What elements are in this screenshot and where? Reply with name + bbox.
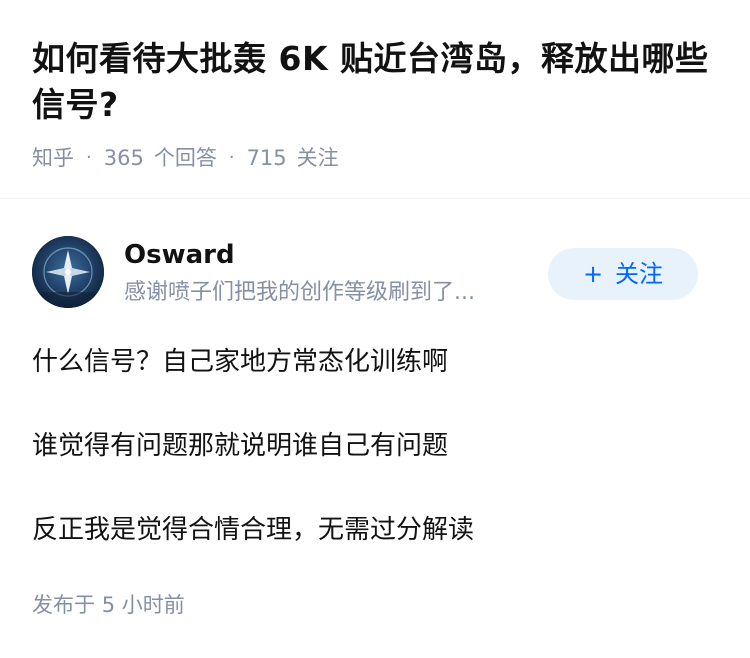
- answer-paragraph: 什么信号？自己家地方常态化训练啊: [32, 347, 449, 377]
- source-label[interactable]: 知乎: [32, 144, 74, 172]
- question-header: 如何看待大批轰 6K 贴近台湾岛，释放出哪些信号? 知乎 · 365 个回答 ·…: [0, 0, 750, 170]
- author-row: Osward 感谢喷子们把我的创作等级刷到了... + 关注: [32, 236, 718, 312]
- answer-count: 365: [103, 146, 144, 170]
- answer-count-label[interactable]: 个回答: [154, 144, 217, 172]
- divider: [0, 198, 750, 199]
- follow-label: 关注: [615, 260, 664, 288]
- question-meta: 知乎 · 365 个回答 · 715 关注: [32, 144, 718, 172]
- author-bio: 感谢喷子们把我的创作等级刷到了...: [124, 280, 475, 305]
- publish-prefix: 发布于: [32, 593, 95, 617]
- answer-content: 什么信号？自己家地方常态化训练啊 谁觉得有问题那就说明谁自己有问题 反正我是觉得…: [32, 340, 718, 592]
- avatar[interactable]: [32, 236, 104, 308]
- plus-icon: +: [582, 260, 604, 288]
- separator-dot: ·: [228, 147, 235, 168]
- avatar-image: [32, 236, 104, 308]
- answer-paragraph: 谁觉得有问题那就说明谁自己有问题: [32, 431, 449, 461]
- follow-button[interactable]: + 关注: [548, 248, 698, 300]
- answer-paragraph: 反正我是觉得合情合理，无需过分解读: [32, 515, 475, 545]
- follower-count-label[interactable]: 关注: [297, 144, 339, 172]
- publish-time: 发布于 5 小时前: [32, 590, 185, 620]
- author-name[interactable]: Osward: [124, 238, 235, 272]
- follower-count: 715: [246, 146, 287, 170]
- separator-dot: ·: [86, 147, 92, 168]
- question-title[interactable]: 如何看待大批轰 6K 贴近台湾岛，释放出哪些信号?: [32, 36, 718, 128]
- publish-time-value: 5 小时前: [101, 593, 185, 617]
